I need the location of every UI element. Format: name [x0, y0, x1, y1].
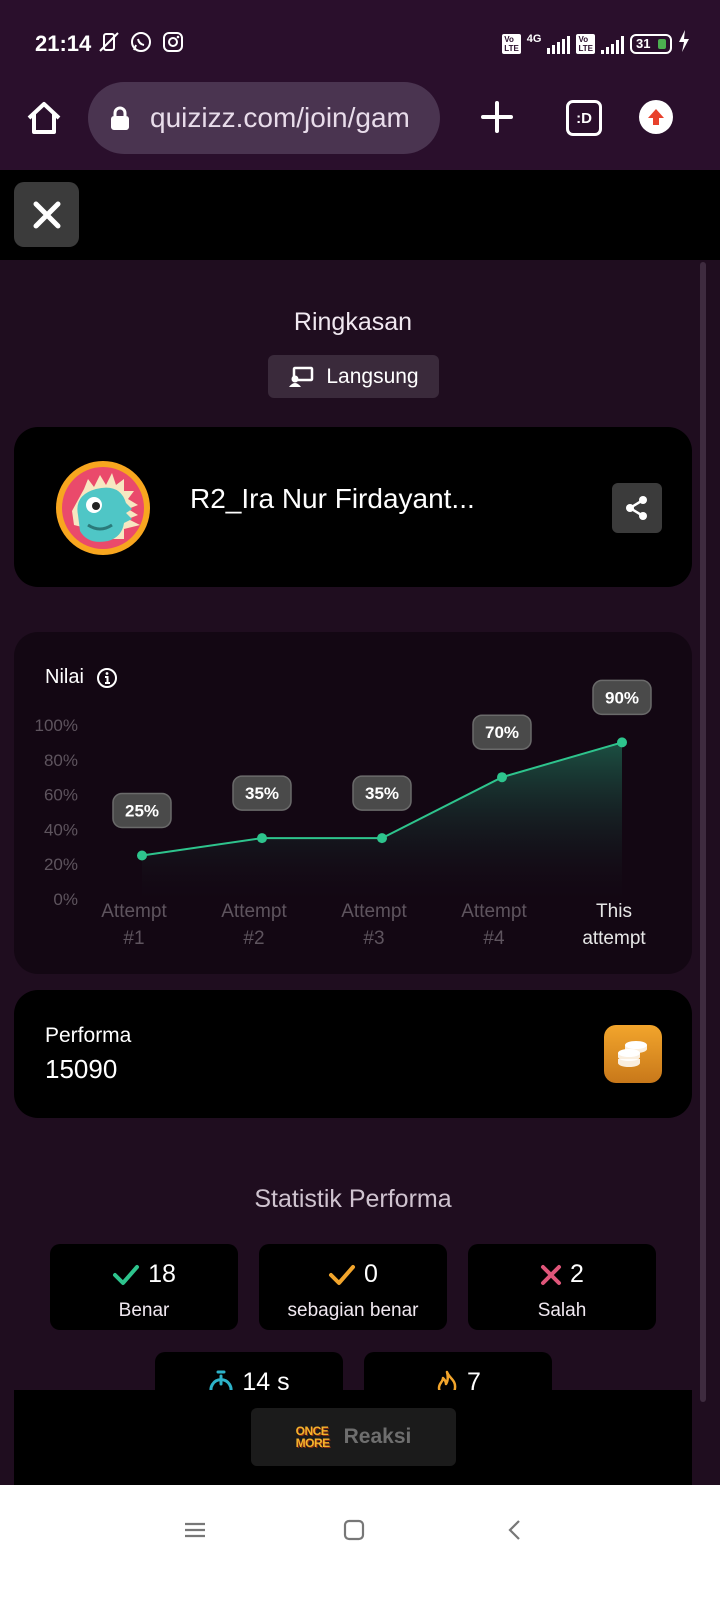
volte-icon-2: Vo LTE [576, 33, 595, 54]
reaction-bar: ONCE MORE Reaksi [14, 1390, 692, 1485]
stat-correct: 18 Benar [50, 1244, 238, 1330]
player-name: R2_Ira Nur Firdayant... [190, 483, 475, 514]
x-tick-label: attempt [582, 928, 646, 949]
x-tick-label: Attempt [341, 901, 407, 922]
menu-icon [185, 1522, 205, 1538]
square-icon [343, 1519, 365, 1541]
recent-apps-button[interactable] [180, 1515, 210, 1545]
stat-label: Benar [118, 1300, 170, 1321]
x-tick-label: This [596, 901, 632, 922]
signal-icon [547, 34, 571, 54]
home-nav-button[interactable] [339, 1515, 369, 1545]
performance-label: Performa [45, 1024, 132, 1047]
data-point [617, 737, 627, 748]
data-label: 70% [485, 723, 519, 742]
x-tick-label: #4 [483, 928, 505, 949]
quiz-header [0, 170, 720, 260]
tab-switcher-button[interactable]: :D [566, 100, 602, 136]
data-label: 25% [125, 802, 159, 821]
data-point [137, 850, 147, 861]
url-bar[interactable]: quizizz.com/join/gam [88, 82, 440, 154]
stat-label: Salah [537, 1300, 587, 1321]
mode-label: Langsung [326, 364, 419, 388]
page-scrollbar[interactable] [700, 262, 706, 1402]
data-point [377, 833, 387, 844]
data-label: 35% [365, 784, 399, 803]
reaction-button[interactable]: ONCE MORE Reaksi [251, 1408, 456, 1466]
home-icon [27, 102, 61, 134]
status-bar: 21:14 Vo LTE 4G Vo LTE 31 [0, 0, 720, 80]
volte-icon: Vo LTE [502, 33, 521, 54]
whatsapp-icon [129, 30, 153, 54]
system-nav-bar [0, 1485, 720, 1600]
new-tab-button[interactable] [478, 98, 516, 136]
stat-value: 0 [364, 1260, 378, 1288]
live-class-icon [289, 366, 314, 387]
coins-badge[interactable] [604, 1025, 662, 1083]
x-tick-label: Attempt [461, 901, 527, 922]
coins-icon [618, 1041, 647, 1067]
page-title: Ringkasan [293, 308, 413, 336]
reaction-label: Reaksi [343, 1425, 412, 1448]
network-type: 4G [526, 32, 542, 45]
mute-vibrate-icon [97, 30, 121, 54]
series-area [142, 742, 622, 899]
check-icon [113, 1264, 140, 1285]
y-tick-label: 40% [44, 820, 78, 839]
x-tick-label: #1 [123, 928, 144, 949]
stat-incorrect: 2 Salah [468, 1244, 656, 1330]
browser-toolbar: quizizz.com/join/gam :D [0, 80, 720, 170]
player-card: R2_Ira Nur Firdayant... [14, 427, 692, 587]
status-time: 21:14 [35, 31, 92, 56]
battery-icon: 31 [630, 33, 672, 54]
x-tick-label: #3 [363, 928, 384, 949]
score-chart: 100% 80% 60% 40% 20% 0% 25% 35% 35% 70% 90% Attempt… [35, 679, 652, 949]
once-more-logo: ONCE MORE [295, 1424, 331, 1450]
data-label: 35% [245, 784, 279, 803]
y-tick-label: 100% [35, 716, 78, 735]
battery-level: 31 [636, 36, 651, 51]
back-nav-button[interactable] [500, 1515, 530, 1545]
stat-value: 2 [570, 1260, 584, 1288]
plus-icon [481, 101, 513, 133]
score-chart-card: Nilai 100% 80% 60% 40% 20% 0% 25% 35% 35% 70% 90% A… [14, 632, 692, 974]
back-icon [508, 1520, 520, 1540]
avatar [54, 459, 152, 557]
instagram-icon [161, 30, 185, 54]
lock-icon [111, 106, 129, 130]
data-point [257, 833, 267, 844]
y-tick-label: 0% [53, 890, 78, 909]
cross-icon [541, 1264, 562, 1285]
url-text: quizizz.com/join/gam [150, 102, 410, 133]
x-tick-label: Attempt [221, 901, 287, 922]
status-notification-icons [97, 30, 185, 54]
y-tick-label: 60% [44, 786, 78, 805]
share-icon [626, 496, 647, 520]
x-tick-label: #2 [243, 928, 264, 949]
home-button[interactable] [24, 98, 64, 138]
share-button[interactable] [612, 483, 662, 533]
stat-value: 18 [148, 1260, 176, 1288]
arrow-up-icon [648, 109, 664, 125]
update-button[interactable] [639, 100, 673, 134]
y-tick-label: 80% [44, 751, 78, 770]
stat-label: sebagian benar [287, 1300, 419, 1321]
data-label: 90% [605, 688, 639, 707]
performance-card: Performa 15090 [14, 990, 692, 1118]
check-icon [329, 1264, 356, 1285]
close-icon [33, 201, 60, 228]
performance-value: 15090 [45, 1054, 118, 1084]
stats-title: Statistik Performa [254, 1185, 452, 1213]
data-point [497, 772, 507, 783]
y-tick-label: 20% [44, 855, 78, 874]
stat-partially-correct: 0 sebagian benar [259, 1244, 447, 1330]
charging-icon [678, 30, 690, 57]
x-tick-label: Attempt [101, 901, 167, 922]
status-system-icons: Vo LTE 4G Vo LTE 31 [502, 30, 690, 57]
signal-icon-2 [601, 34, 624, 54]
close-button[interactable] [14, 182, 79, 247]
mode-badge: Langsung [268, 355, 439, 398]
